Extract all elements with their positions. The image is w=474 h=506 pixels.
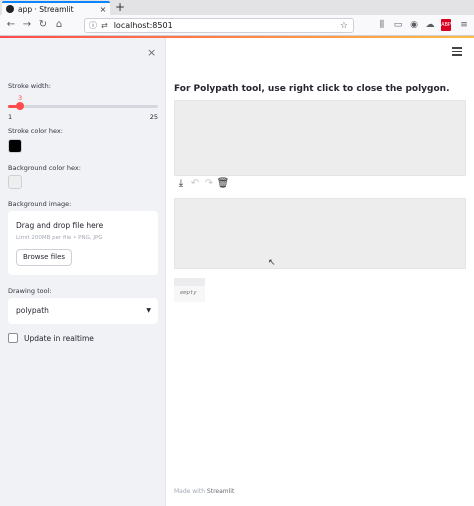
stroke-width-slider[interactable]: 3 1 25: [8, 94, 158, 124]
forward-button[interactable]: →: [20, 18, 34, 32]
stroke-width-label: Stroke width:: [8, 82, 51, 90]
redo-icon[interactable]: ↷: [202, 177, 216, 190]
stroke-color-picker[interactable]: [8, 139, 22, 153]
drawing-tool-select[interactable]: polypath ▼: [8, 298, 158, 324]
tab-title: app · Streamlit: [18, 4, 74, 14]
drawing-tool-label: Drawing tool:: [8, 287, 52, 295]
info-icon[interactable]: ⓘ: [89, 20, 97, 31]
limit-text: Limit 200MB per file • PNG, JPG: [16, 235, 103, 241]
stroke-color-label: Stroke color hex:: [8, 127, 63, 135]
file-uploader[interactable]: Drag and drop file here Limit 200MB per …: [8, 211, 158, 275]
hamburger-menu-icon[interactable]: [452, 47, 462, 57]
home-button[interactable]: ⌂: [52, 18, 66, 32]
permissions-icon[interactable]: ⇄: [101, 21, 108, 30]
drawing-canvas[interactable]: [174, 100, 466, 176]
new-tab-button[interactable]: +: [114, 0, 126, 15]
browser-tabbar: app · Streamlit × +: [0, 0, 474, 15]
library-icon[interactable]: ⫼: [376, 19, 388, 31]
empty-dataframe: empty: [174, 278, 205, 302]
empty-text: empty: [180, 290, 197, 296]
background-color-label: Background color hex:: [8, 164, 81, 172]
streamlit-page: × Stroke width: 3 1 25 Stroke color hex:…: [0, 36, 474, 506]
canvas-toolbar: ⤓ ↶ ↷ 🗑: [174, 177, 230, 190]
footer-brand-link[interactable]: Streamlit: [207, 488, 234, 495]
drop-text: Drag and drop file here: [16, 221, 104, 230]
slider-max: 25: [149, 113, 158, 121]
realtime-checkbox-row[interactable]: Update in realtime: [8, 332, 94, 344]
back-button[interactable]: ←: [4, 18, 18, 32]
drawing-tool-value: polypath: [16, 306, 49, 315]
background-color-picker[interactable]: [8, 175, 22, 189]
footer-prefix: Made with: [174, 488, 207, 495]
slider-min: 1: [8, 113, 13, 121]
sidebar-close-icon[interactable]: ×: [147, 46, 156, 59]
result-canvas[interactable]: [174, 198, 466, 269]
slider-track[interactable]: [8, 105, 158, 108]
slider-value: 3: [18, 94, 23, 102]
url-bar[interactable]: ⓘ ⇄ localhost:8501 ☆: [84, 18, 354, 33]
undo-icon[interactable]: ↶: [188, 177, 202, 190]
mouse-cursor-icon: ↖: [268, 258, 276, 268]
sidebar: × Stroke width: 3 1 25 Stroke color hex:…: [0, 38, 166, 506]
download-icon[interactable]: ⤓: [174, 177, 188, 190]
tab-close-icon[interactable]: ×: [98, 5, 108, 14]
sync-icon[interactable]: ☁: [424, 19, 436, 31]
slider-thumb[interactable]: [16, 102, 25, 110]
extension-badge-icon[interactable]: ABP: [441, 19, 451, 31]
browser-tab[interactable]: app · Streamlit ×: [2, 1, 110, 15]
bookmark-star-icon[interactable]: ☆: [340, 21, 348, 31]
chevron-down-icon: ▼: [146, 307, 151, 314]
url-text: localhost:8501: [113, 21, 173, 30]
reload-button[interactable]: ↻: [36, 18, 50, 32]
browse-files-button[interactable]: Browse files: [16, 249, 73, 266]
page-title: For Polypath tool, use right click to cl…: [174, 84, 450, 94]
streamlit-favicon-icon: [6, 5, 14, 13]
background-image-label: Background image:: [8, 200, 72, 208]
account-icon[interactable]: ◉: [408, 19, 420, 31]
trash-icon[interactable]: 🗑: [216, 177, 230, 190]
realtime-checkbox-label: Update in realtime: [24, 333, 94, 343]
browser-navbar: ← → ↻ ⌂ ⓘ ⇄ localhost:8501 ☆ ⫼ ▭ ◉ ☁ ABP…: [0, 15, 474, 36]
menu-icon[interactable]: ≡: [458, 19, 470, 31]
extension-badge-text: ABP: [441, 22, 451, 28]
reader-view-icon[interactable]: ▭: [392, 19, 404, 31]
footer: Made with Streamlit: [174, 488, 234, 495]
realtime-checkbox[interactable]: [8, 333, 18, 343]
